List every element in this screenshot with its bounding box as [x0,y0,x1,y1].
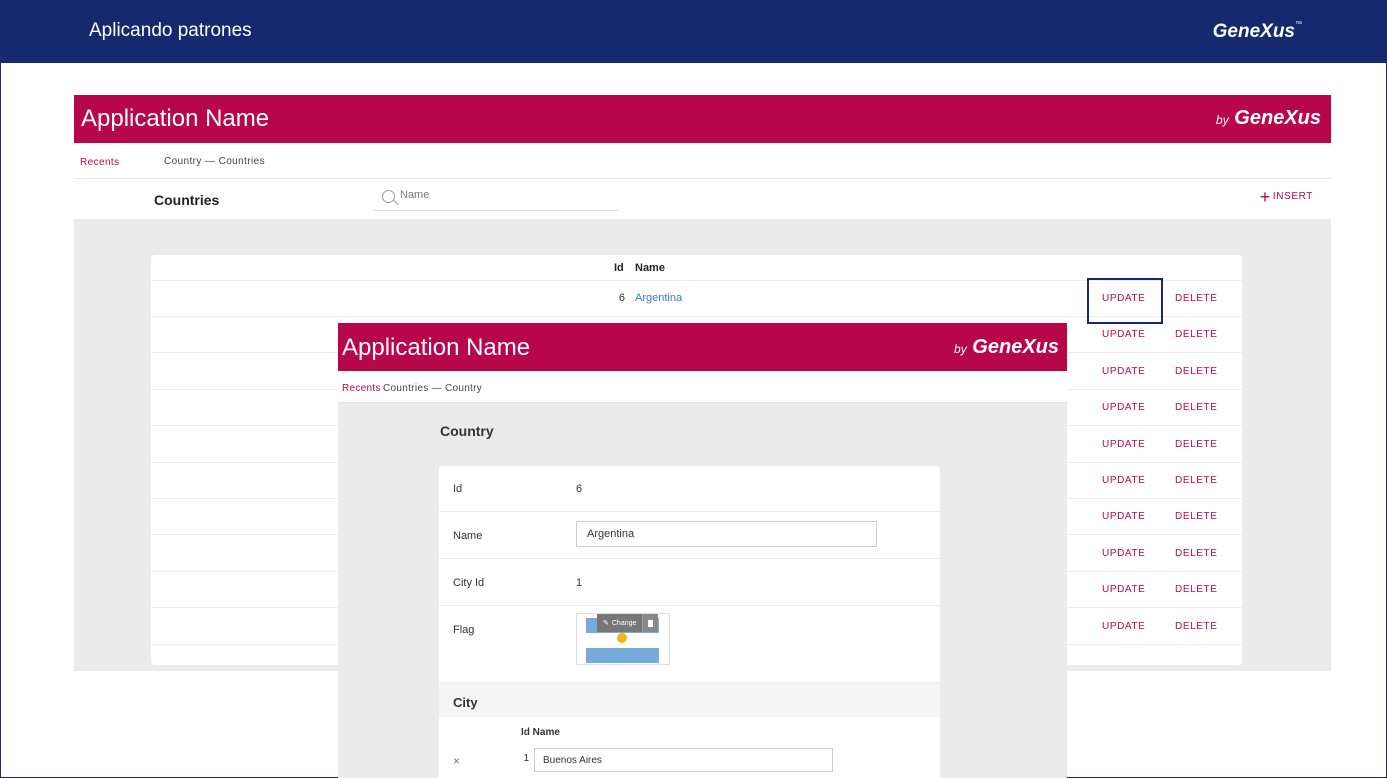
city-section-title: City [453,695,478,710]
update-button[interactable]: UPDATE [1102,402,1145,413]
city-id-label: City Id [453,577,485,589]
delete-button[interactable]: DELETE [1175,548,1218,559]
app-name: Application Name [81,105,270,132]
flag-toolbar: ✎ Change [597,614,659,632]
overlay-breadcrumb: Recents Countries — Country [338,371,1067,403]
city-id-value: 1 [576,577,583,589]
city-row-id: 1 [523,753,529,764]
trash-icon [648,619,654,627]
delete-button[interactable]: DELETE [1175,329,1218,340]
insert-button[interactable]: + INSERT [1259,186,1313,207]
by-label: by [1216,113,1229,127]
breadcrumb-recents-link[interactable]: Recents [80,157,120,168]
genexus-logo: GeneXus™ [1213,21,1302,43]
delete-button[interactable]: DELETE [1175,439,1218,450]
pencil-icon: ✎ [603,620,609,627]
change-label: Change [611,619,637,627]
city-grid: Id Name × 1 [439,717,940,778]
form-title: Country [440,423,494,439]
list-toolbar: Countries + INSERT [74,179,1331,219]
row-id-cell: 6 [618,292,625,304]
insert-label: INSERT [1272,191,1313,202]
flag-image: ✎ Change [576,613,670,665]
row-name-link[interactable]: Argentina [635,292,682,304]
delete-button[interactable]: DELETE [1175,402,1218,413]
overlay-header-bar: Application Name by GeneXus [338,323,1067,371]
column-header-id: Id [614,262,624,274]
overlay-breadcrumb-path: Countries — Country [383,383,483,394]
overlay-by-label: by [954,342,967,356]
update-button[interactable]: UPDATE [1102,584,1145,595]
city-name-field[interactable] [534,748,833,772]
flag-label: Flag [453,624,475,636]
breadcrumb: Recents Country — Countries [74,143,1331,179]
delete-button[interactable]: DELETE [1175,475,1218,486]
delete-image-button[interactable] [642,614,659,632]
delete-button[interactable]: DELETE [1175,621,1218,632]
country-form: Id 6 Name City Id 1 Flag ✎ [439,466,940,778]
name-field[interactable] [576,521,877,547]
column-header-name: Name [635,262,665,274]
field-row-flag: Flag ✎ Change [439,607,940,683]
slide-brand-text: GeneXus [1212,21,1295,42]
app-header-bar: Application Name by GeneXus [74,95,1331,143]
update-button[interactable]: UPDATE [1102,548,1145,559]
table-row: 6 Argentina UPDATE DELETE [151,281,1242,317]
search-box[interactable] [374,187,619,211]
overlay-app-name: Application Name [342,334,531,361]
delete-button[interactable]: DELETE [1175,366,1218,377]
overlay-by-genexus-logo: by GeneXus [954,336,1059,359]
name-label: Name [453,530,483,542]
field-row-city-id: City Id 1 [439,560,940,606]
search-icon [382,190,395,203]
plus-icon: + [1259,186,1271,207]
breadcrumb-path: Country — Countries [164,156,265,167]
overlay-breadcrumb-recents-link[interactable]: Recents [342,383,381,394]
id-label: Id [453,483,463,495]
update-button[interactable]: UPDATE [1102,329,1145,340]
slide-title: Aplicando patrones [89,20,252,41]
id-value: 6 [576,483,583,495]
slide-header: Aplicando patrones GeneXus™ [1,1,1387,63]
country-form-window: Application Name by GeneXus Recents Coun… [338,323,1067,778]
delete-button[interactable]: DELETE [1175,511,1218,522]
page-title: Countries [154,192,220,208]
delete-button[interactable]: DELETE [1175,584,1218,595]
search-input[interactable] [400,189,610,201]
flag-bottom-stripe [586,648,659,663]
update-button[interactable]: UPDATE [1102,621,1145,632]
update-button[interactable]: UPDATE [1102,439,1145,450]
grid-header: Id Name [151,255,1242,281]
city-grid-header: Id Name [521,727,560,738]
delete-button[interactable]: DELETE [1175,293,1218,304]
overlay-brand-label: GeneXus [972,336,1059,358]
update-button[interactable]: UPDATE [1102,475,1145,486]
update-button[interactable]: UPDATE [1102,511,1145,522]
flag-sun [617,633,627,643]
update-button[interactable]: UPDATE [1102,366,1145,377]
by-genexus-logo: by GeneXus [1216,107,1321,130]
field-row-name: Name [439,513,940,559]
change-image-button[interactable]: ✎ Change [597,614,642,632]
update-highlight-box [1087,278,1163,324]
brand-label: GeneXus [1234,107,1321,129]
city-section: City Id Name × 1 [439,683,940,778]
remove-row-icon[interactable]: × [453,754,460,768]
trademark-mark: ™ [1295,21,1302,28]
field-row-id: Id 6 [439,466,940,512]
overlay-body: Country Id 6 Name City Id 1 Flag [338,403,1067,778]
